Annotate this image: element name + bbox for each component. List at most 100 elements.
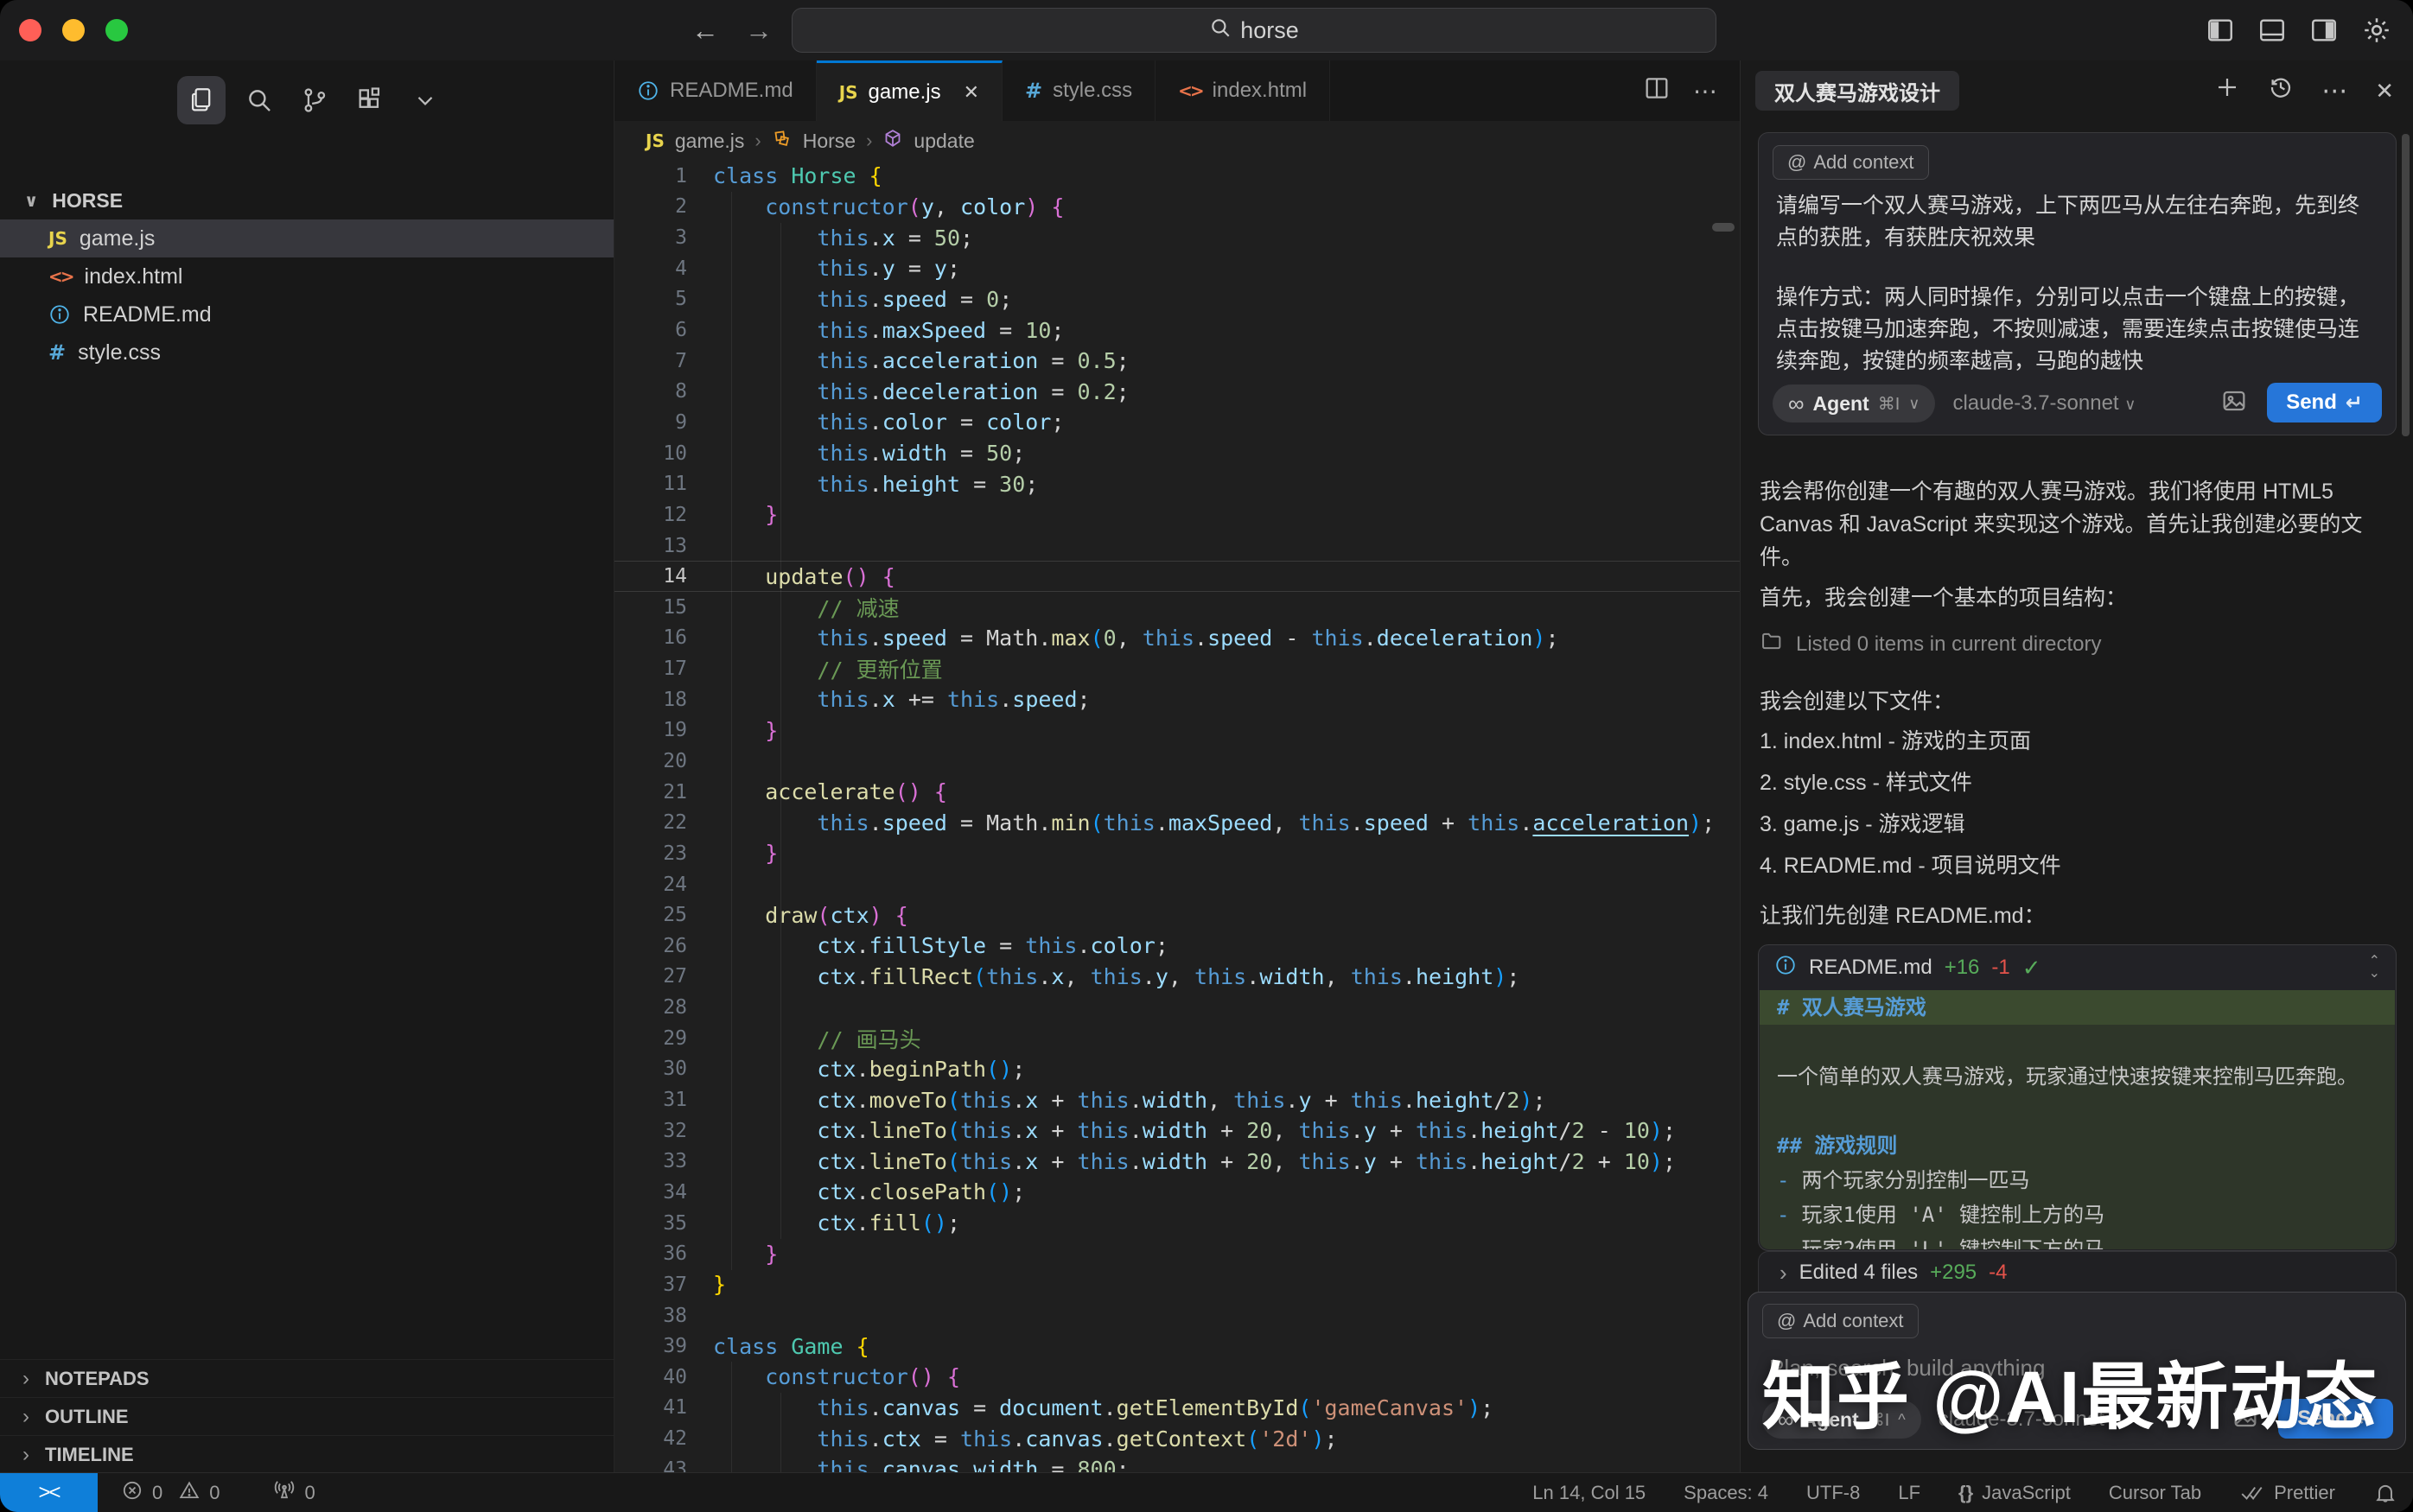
sidebar-section-timeline[interactable]: ›TIMELINE [0,1435,614,1473]
explorer-icon[interactable] [177,76,226,124]
status-item-lf[interactable]: LF [1898,1482,1920,1504]
close-tab-icon[interactable]: ✕ [964,81,979,104]
new-chat-icon[interactable] [2214,74,2240,107]
zoom-window-button[interactable] [105,19,128,41]
code-line-2[interactable]: 2 constructor(y, color) { [614,192,1740,223]
add-context-chip[interactable]: @Add context [1762,1304,1919,1338]
more-actions-icon[interactable]: ⋯ [1693,77,1717,105]
code-line-43[interactable]: 43 this.canvas.width = 800; [614,1454,1740,1473]
code-line-32[interactable]: 32 ctx.lineTo(this.x + this.width + 20, … [614,1115,1740,1147]
file-tree-item-index.html[interactable]: <>index.html [0,257,614,295]
status-item-javascript[interactable]: {​}JavaScript [1958,1482,2071,1504]
chat-tab[interactable]: 双人赛马游戏设计 [1755,71,1959,111]
remote-indicator[interactable]: >< [0,1473,98,1512]
code-line-41[interactable]: 41 this.canvas = document.getElementById… [614,1393,1740,1424]
code-line-11[interactable]: 11 this.height = 30; [614,468,1740,499]
breadcrumb-file[interactable]: game.js [675,130,745,153]
editor-tab-game.js[interactable]: JSgame.js✕ [817,60,1003,121]
code-line-20[interactable]: 20 [614,746,1740,777]
settings-gear-icon[interactable] [2361,15,2392,46]
code-line-36[interactable]: 36 } [614,1238,1740,1269]
status-item-ln-14-col-15[interactable]: Ln 14, Col 15 [1532,1482,1646,1504]
code-line-3[interactable]: 3 this.x = 50; [614,222,1740,253]
code-line-4[interactable]: 4 this.y = y; [614,253,1740,284]
status-item-utf-8[interactable]: UTF-8 [1806,1482,1860,1504]
code-line-28[interactable]: 28 [614,992,1740,1023]
file-tree-item-README.md[interactable]: README.md [0,295,614,334]
code-line-38[interactable]: 38 [614,1300,1740,1331]
image-attach-icon[interactable] [2220,387,2248,419]
code-line-18[interactable]: 18 this.x += this.speed; [614,684,1740,715]
code-editor[interactable]: 1class Horse {2 constructor(y, color) {3… [614,161,1740,1473]
code-line-5[interactable]: 5 this.speed = 0; [614,284,1740,315]
breadcrumb-method[interactable]: update [914,130,974,153]
readme-diff-card[interactable]: README.md +16 -1 ✓ ⌃⌄ # 双人赛马游戏一个简单的双人赛马游… [1758,944,2397,1251]
code-line-13[interactable]: 13 [614,530,1740,562]
model-selector[interactable]: claude-3.7-sonnet ∨ [1952,391,2136,416]
status-item-prettier[interactable]: Prettier [2239,1482,2335,1504]
chevron-down-icon[interactable] [401,76,449,124]
code-line-16[interactable]: 16 this.speed = Math.max(0, this.speed -… [614,623,1740,654]
expand-collapse-icon[interactable]: ⌃⌄ [2369,956,2380,980]
code-line-25[interactable]: 25 draw(ctx) { [614,899,1740,931]
code-line-8[interactable]: 8 this.deceleration = 0.2; [614,376,1740,407]
file-tree-item-game.js[interactable]: JSgame.js [0,219,614,257]
code-line-27[interactable]: 27 ctx.fillRect(this.x, this.y, this.wid… [614,962,1740,993]
send-button[interactable]: Send↵ [2267,383,2382,422]
more-actions-icon[interactable]: ⋯ [2321,76,2347,106]
file-tree-item-style.css[interactable]: #style.css [0,334,614,372]
add-context-chip[interactable]: @Add context [1773,145,1929,180]
status-item-spaces-4[interactable]: Spaces: 4 [1684,1482,1768,1504]
code-line-21[interactable]: 21 accelerate() { [614,777,1740,808]
code-line-34[interactable]: 34 ctx.closePath(); [614,1177,1740,1208]
code-line-7[interactable]: 7 this.acceleration = 0.5; [614,346,1740,377]
problems-indicator[interactable]: 0 0 [121,1479,220,1507]
code-line-30[interactable]: 30 ctx.beginPath(); [614,1054,1740,1085]
back-button[interactable]: ← [691,15,719,47]
minimize-window-button[interactable] [62,19,85,41]
search-view-icon[interactable] [235,76,283,124]
code-line-22[interactable]: 22 this.speed = Math.min(this.maxSpeed, … [614,807,1740,838]
ports-indicator[interactable]: 0 [272,1478,315,1508]
sidebar-section-outline[interactable]: ›OUTLINE [0,1397,614,1435]
edited-files-summary[interactable]: › Edited 4 files +295 -4 [1758,1251,2397,1293]
code-line-37[interactable]: 37} [614,1269,1740,1300]
source-control-icon[interactable] [290,76,339,124]
project-root-row[interactable]: ∨ HORSE [0,181,614,219]
code-line-14[interactable]: 14 update() { [614,561,1740,592]
code-line-35[interactable]: 35 ctx.fill(); [614,1208,1740,1239]
editor-tab-README.md[interactable]: README.md [614,60,817,121]
chat-scrollbar[interactable] [2402,134,2410,436]
code-line-1[interactable]: 1class Horse { [614,161,1740,192]
toggle-primary-sidebar-icon[interactable] [2206,16,2235,45]
forward-button[interactable]: → [745,15,773,47]
split-editor-icon[interactable] [1643,74,1671,108]
code-line-23[interactable]: 23 } [614,838,1740,869]
code-line-19[interactable]: 19 } [614,715,1740,746]
code-line-33[interactable]: 33 ctx.lineTo(this.x + this.width + 20, … [614,1147,1740,1178]
close-window-button[interactable] [19,19,41,41]
toggle-panel-icon[interactable] [2257,16,2287,45]
status-item-cursor-tab[interactable]: Cursor Tab [2109,1482,2201,1504]
code-line-17[interactable]: 17 // 更新位置 [614,653,1740,684]
sidebar-section-notepads[interactable]: ›NOTEPADS [0,1359,614,1397]
code-line-39[interactable]: 39class Game { [614,1331,1740,1362]
code-line-10[interactable]: 10 this.width = 50; [614,438,1740,469]
code-line-26[interactable]: 26 ctx.fillStyle = this.color; [614,931,1740,962]
code-line-9[interactable]: 9 this.color = color; [614,407,1740,438]
agent-mode-selector[interactable]: ∞ Agent ⌘I ∨ [1773,384,1935,422]
tool-call-row[interactable]: Listed 0 items in current directory [1760,629,2101,659]
code-line-42[interactable]: 42 this.ctx = this.canvas.getContext('2d… [614,1423,1740,1454]
code-line-6[interactable]: 6 this.maxSpeed = 10; [614,314,1740,346]
code-line-12[interactable]: 12 } [614,499,1740,530]
close-panel-icon[interactable]: ✕ [2375,78,2394,105]
code-line-29[interactable]: 29 // 画马头 [614,1023,1740,1054]
history-icon[interactable] [2268,74,2294,107]
editor-tab-style.css[interactable]: #style.css [1003,60,1156,121]
code-line-31[interactable]: 31 ctx.moveTo(this.x + this.width, this.… [614,1084,1740,1115]
editor-tab-index.html[interactable]: <>index.html [1156,60,1330,121]
code-line-40[interactable]: 40 constructor() { [614,1362,1740,1393]
status-item-bell[interactable] [2373,1481,2397,1505]
code-line-24[interactable]: 24 [614,869,1740,900]
code-line-15[interactable]: 15 // 减速 [614,592,1740,623]
